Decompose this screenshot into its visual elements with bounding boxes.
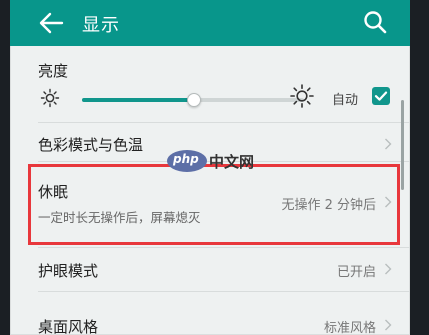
- brightness-slider[interactable]: [82, 93, 304, 107]
- auto-brightness-label: 自动: [332, 93, 359, 108]
- search-icon[interactable]: [362, 9, 388, 35]
- divider: [38, 247, 410, 248]
- app-bar: 显示: [10, 0, 410, 46]
- chevron-right-icon: [385, 319, 392, 331]
- watermark-badge-text: php: [173, 152, 199, 166]
- auto-brightness-checkbox[interactable]: [372, 87, 390, 105]
- sun-large-icon: [290, 84, 314, 108]
- phone-screen: 显示 亮度 自动 色彩模式与色温 休眠 一定时长无操作后，屏幕熄灭 无操作 2 …: [10, 0, 410, 335]
- divider: [38, 291, 410, 292]
- chevron-right-icon: [385, 138, 392, 150]
- back-arrow-icon[interactable]: [38, 11, 64, 35]
- page-title: 显示: [82, 15, 120, 36]
- sun-small-icon: [40, 88, 60, 108]
- color-mode-label: 色彩模式与色温: [38, 136, 144, 154]
- brightness-slider-fill: [82, 98, 193, 102]
- eye-comfort-label: 护眼模式: [38, 262, 99, 280]
- highlight-box: [28, 164, 400, 245]
- brightness-title: 亮度: [38, 62, 69, 80]
- home-style-label: 桌面风格: [38, 318, 99, 335]
- settings-list: 亮度 自动 色彩模式与色温 休眠 一定时长无操作后，屏幕熄灭 无操作 2 分钟后…: [10, 46, 410, 335]
- checkbox-check-icon: [374, 91, 388, 101]
- scrollbar[interactable]: [401, 100, 404, 190]
- divider: [38, 122, 410, 123]
- watermark-text: 中文网: [209, 153, 255, 171]
- brightness-slider-thumb[interactable]: [187, 93, 201, 107]
- watermark-logo: php 中文网: [167, 149, 261, 175]
- eye-comfort-value: 已开启: [336, 265, 376, 280]
- home-style-value: 标准风格: [323, 321, 376, 335]
- chevron-right-icon: [385, 263, 392, 275]
